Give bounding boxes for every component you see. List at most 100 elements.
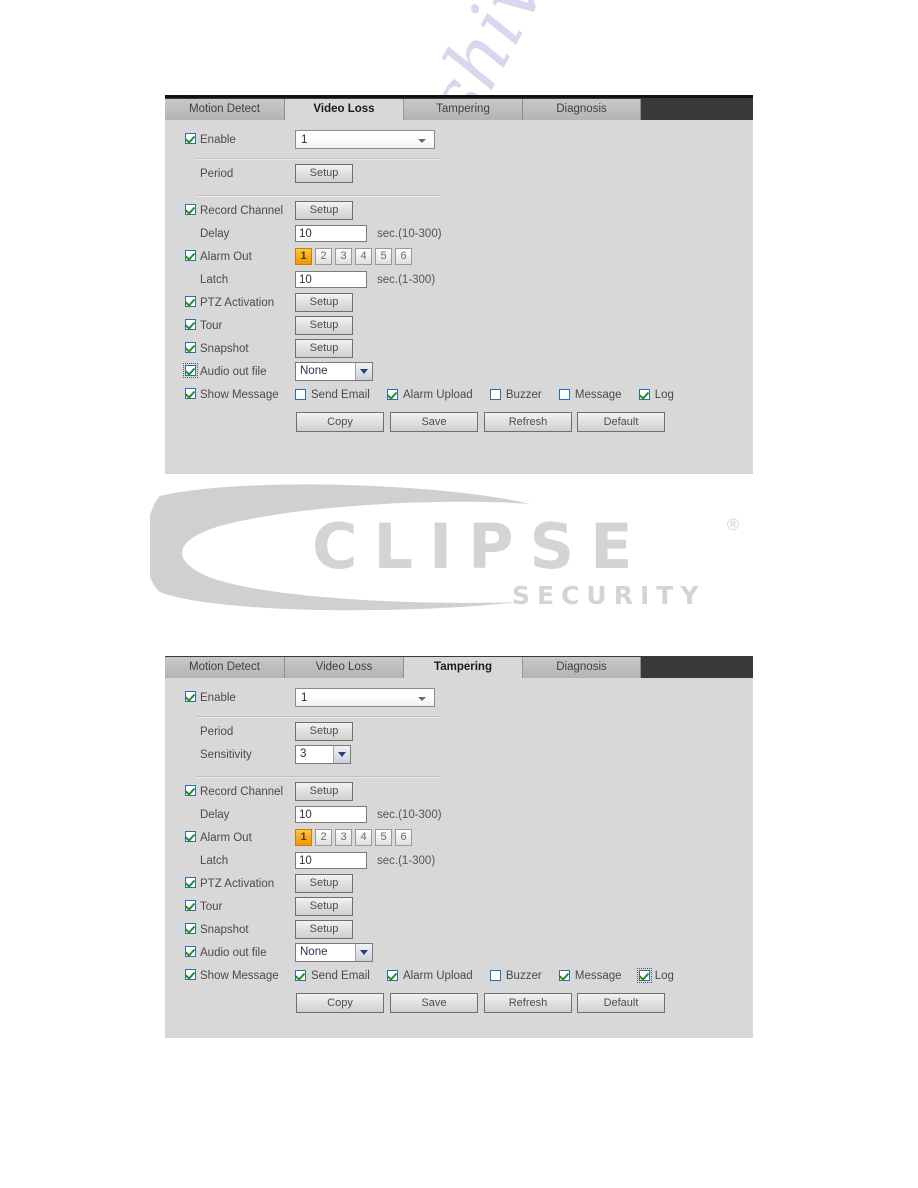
notify-buzzer[interactable]: Buzzer [489, 387, 542, 403]
tab-motion-detect[interactable]: Motion Detect [165, 99, 285, 120]
copy-button[interactable]: Copy [296, 412, 384, 432]
notify-log[interactable]: Log [638, 387, 674, 403]
audio-out-file-checkbox[interactable] [183, 363, 198, 378]
notify-alarm-upload[interactable]: Alarm Upload [387, 387, 473, 403]
tab-tampering[interactable]: Tampering [404, 99, 523, 120]
snapshot-setup-button[interactable]: Setup [295, 920, 353, 939]
alarm-out-channel-2[interactable]: 2 [315, 248, 332, 265]
tour-setup-button[interactable]: Setup [295, 316, 353, 335]
record-channel-setup-button[interactable]: Setup [295, 782, 353, 801]
audio-out-file-checkbox[interactable] [185, 946, 196, 957]
record-channel-checkbox[interactable] [185, 204, 196, 215]
tab-diagnosis[interactable]: Diagnosis [523, 99, 641, 120]
channel-select[interactable]: 1 [295, 688, 435, 707]
tab-motion-detect[interactable]: Motion Detect [165, 657, 285, 678]
log-checkbox[interactable] [638, 389, 650, 400]
eclipse-security-logo-watermark: CLIPSE SECURITY ® [150, 484, 741, 611]
alarm-out-channel-3[interactable]: 3 [335, 248, 352, 265]
ptz-activation-setup-button[interactable]: Setup [295, 293, 353, 312]
delay-input[interactable] [295, 806, 367, 823]
alarm-out-checkbox[interactable] [185, 831, 196, 842]
tab-tampering[interactable]: Tampering [404, 657, 523, 678]
tab-video-loss[interactable]: Video Loss [285, 657, 404, 678]
refresh-button[interactable]: Refresh [484, 412, 572, 432]
alarm-upload-label: Alarm Upload [403, 389, 473, 401]
audio-out-file-value: None [300, 365, 328, 377]
ptz-activation-checkbox[interactable] [185, 296, 196, 307]
save-button[interactable]: Save [390, 993, 478, 1013]
period-setup-button[interactable]: Setup [295, 164, 353, 183]
alarm-out-channel-2[interactable]: 2 [315, 829, 332, 846]
snapshot-setup-button[interactable]: Setup [295, 339, 353, 358]
buzzer-checkbox[interactable] [489, 389, 501, 400]
delay-input[interactable] [295, 225, 367, 242]
alarm-upload-checkbox[interactable] [387, 970, 399, 981]
tab-diagnosis[interactable]: Diagnosis [523, 657, 641, 678]
refresh-button[interactable]: Refresh [484, 993, 572, 1013]
show-message-checkbox[interactable] [185, 388, 196, 399]
default-button[interactable]: Default [577, 993, 665, 1013]
record-channel-setup-button[interactable]: Setup [295, 201, 353, 220]
notify-message[interactable]: Message [558, 968, 622, 984]
period-setup-button[interactable]: Setup [295, 722, 353, 741]
alarm-out-channel-4[interactable]: 4 [355, 829, 372, 846]
notify-send-email[interactable]: Send Email [295, 968, 370, 984]
buzzer-checkbox[interactable] [489, 970, 501, 981]
tour-label: Tour [200, 901, 223, 913]
sensitivity-select[interactable]: 3 [295, 745, 351, 764]
alarm-out-channel-group: 1 2 3 4 5 6 [295, 248, 412, 265]
notify-log[interactable]: Log [636, 968, 674, 984]
alarm-out-channel-1[interactable]: 1 [295, 829, 312, 846]
audio-out-file-select[interactable]: None [295, 943, 373, 962]
row-sensitivity: Sensitivity 3 [165, 745, 753, 765]
notify-send-email[interactable]: Send Email [295, 387, 370, 403]
enable-checkbox[interactable] [185, 133, 196, 144]
log-checkbox[interactable] [636, 968, 652, 983]
ptz-activation-checkbox[interactable] [185, 877, 196, 888]
buzzer-label: Buzzer [505, 389, 542, 401]
send-email-checkbox[interactable] [295, 970, 306, 981]
audio-out-file-select[interactable]: None [295, 362, 373, 381]
snapshot-checkbox[interactable] [185, 342, 196, 353]
alarm-out-channel-4[interactable]: 4 [355, 248, 372, 265]
ptz-activation-label: PTZ Activation [200, 878, 275, 890]
tab-video-loss[interactable]: Video Loss [285, 99, 404, 120]
separator-2 [195, 195, 440, 197]
alarm-out-channel-6[interactable]: 6 [395, 248, 412, 265]
channel-select[interactable]: 1 [295, 130, 435, 149]
notify-message[interactable]: Message [558, 387, 622, 403]
enable-checkbox[interactable] [185, 691, 196, 702]
row-record-channel: Record Channel Setup [165, 201, 753, 221]
message-checkbox[interactable] [558, 389, 570, 400]
log-label: Log [654, 970, 674, 982]
tour-setup-button[interactable]: Setup [295, 897, 353, 916]
tour-checkbox[interactable] [185, 319, 196, 330]
alarm-out-channel-5[interactable]: 5 [375, 248, 392, 265]
alarm-out-channel-6[interactable]: 6 [395, 829, 412, 846]
message-checkbox[interactable] [558, 970, 570, 981]
record-channel-checkbox[interactable] [185, 785, 196, 796]
send-email-checkbox[interactable] [295, 389, 306, 400]
latch-input[interactable] [295, 271, 367, 288]
latch-input[interactable] [295, 852, 367, 869]
alarm-out-channel-1[interactable]: 1 [295, 248, 312, 265]
alarm-out-channel-5[interactable]: 5 [375, 829, 392, 846]
copy-button[interactable]: Copy [296, 993, 384, 1013]
show-message-checkbox[interactable] [185, 969, 196, 980]
save-button[interactable]: Save [390, 412, 478, 432]
snapshot-checkbox[interactable] [185, 923, 196, 934]
tour-checkbox[interactable] [185, 900, 196, 911]
notify-options-group: Send Email Alarm Upload Buzzer Message L… [295, 387, 688, 403]
notify-alarm-upload[interactable]: Alarm Upload [387, 968, 473, 984]
default-button[interactable]: Default [577, 412, 665, 432]
alarm-out-checkbox[interactable] [185, 250, 196, 261]
chevron-down-icon [333, 746, 350, 763]
alarm-out-channel-group: 1 2 3 4 5 6 [295, 829, 412, 846]
send-email-label: Send Email [311, 970, 370, 982]
ptz-activation-setup-button[interactable]: Setup [295, 874, 353, 893]
alarm-out-channel-3[interactable]: 3 [335, 829, 352, 846]
notify-buzzer[interactable]: Buzzer [489, 968, 542, 984]
period-label: Period [200, 168, 234, 180]
enable-label: Enable [200, 134, 236, 146]
alarm-upload-checkbox[interactable] [387, 389, 399, 400]
